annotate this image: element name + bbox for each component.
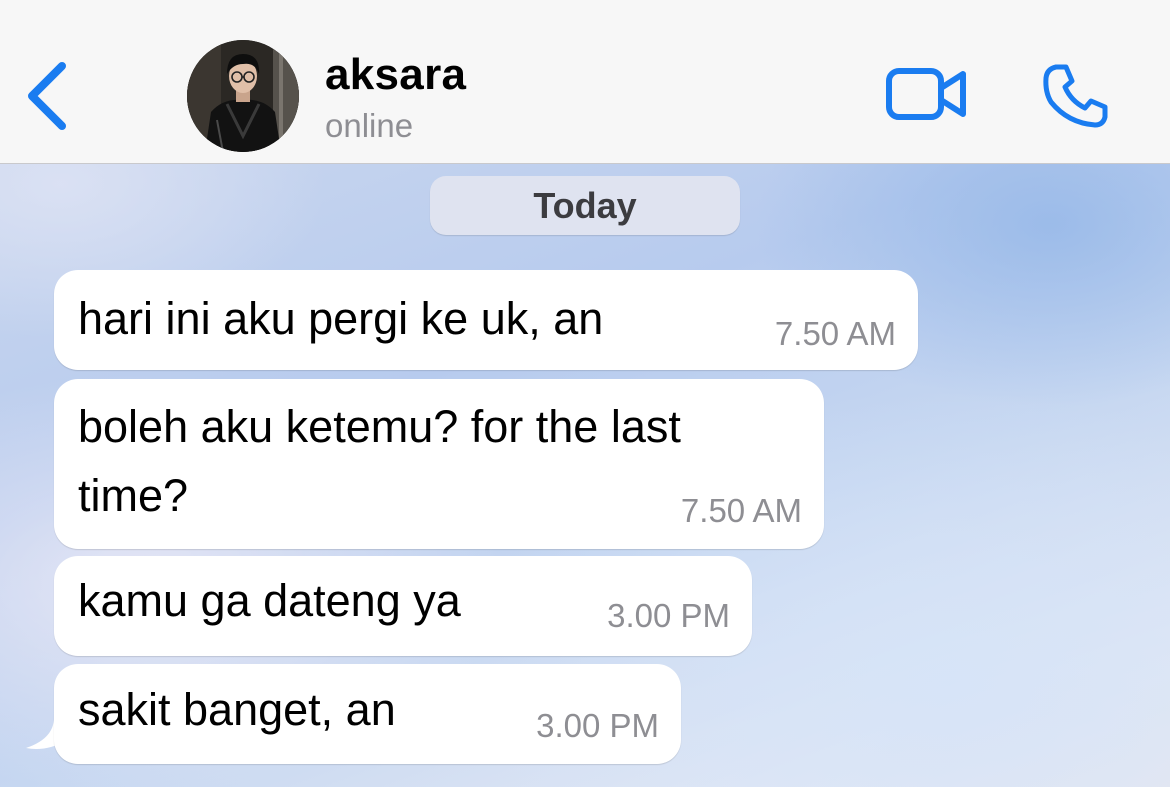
contact-name[interactable]: aksara bbox=[325, 50, 466, 100]
voice-call-button[interactable] bbox=[1040, 62, 1112, 132]
video-camera-icon bbox=[886, 68, 966, 120]
chevron-left-icon bbox=[28, 62, 66, 130]
contact-status: online bbox=[325, 107, 414, 144]
message-text: kamu ga dateng ya bbox=[78, 575, 461, 626]
message-text: sakit banget, an bbox=[78, 684, 396, 735]
message-bubble[interactable]: sakit banget, an 3.00 PM bbox=[54, 664, 681, 764]
video-call-button[interactable] bbox=[884, 64, 970, 126]
chat-area[interactable]: Today hari ini aku pergi ke uk, an 7.50 … bbox=[0, 164, 1170, 787]
message-time: 3.00 PM bbox=[607, 597, 730, 634]
avatar[interactable] bbox=[187, 40, 299, 152]
message-time: 7.50 AM bbox=[680, 492, 802, 529]
message-text: hari ini aku pergi ke uk, an bbox=[78, 293, 604, 344]
chat-header: aksara online bbox=[0, 0, 1170, 164]
message-bubble[interactable]: kamu ga dateng ya 3.00 PM bbox=[54, 556, 752, 656]
date-separator: Today bbox=[430, 176, 740, 235]
message-bubble[interactable]: hari ini aku pergi ke uk, an 7.50 AM bbox=[54, 270, 918, 370]
chat-screen: aksara online Today hari ini aku pergi k… bbox=[0, 0, 1170, 787]
message-text-line: time? bbox=[78, 470, 189, 521]
message-time: 3.00 PM bbox=[536, 707, 659, 744]
message-text-line: boleh aku ketemu? for the last bbox=[78, 401, 681, 452]
phone-icon bbox=[1043, 64, 1108, 128]
back-button[interactable] bbox=[18, 56, 80, 136]
avatar-photo bbox=[187, 40, 299, 152]
message-bubble[interactable]: boleh aku ketemu? for the last time? 7.5… bbox=[54, 379, 824, 549]
message-time: 7.50 AM bbox=[774, 315, 896, 352]
